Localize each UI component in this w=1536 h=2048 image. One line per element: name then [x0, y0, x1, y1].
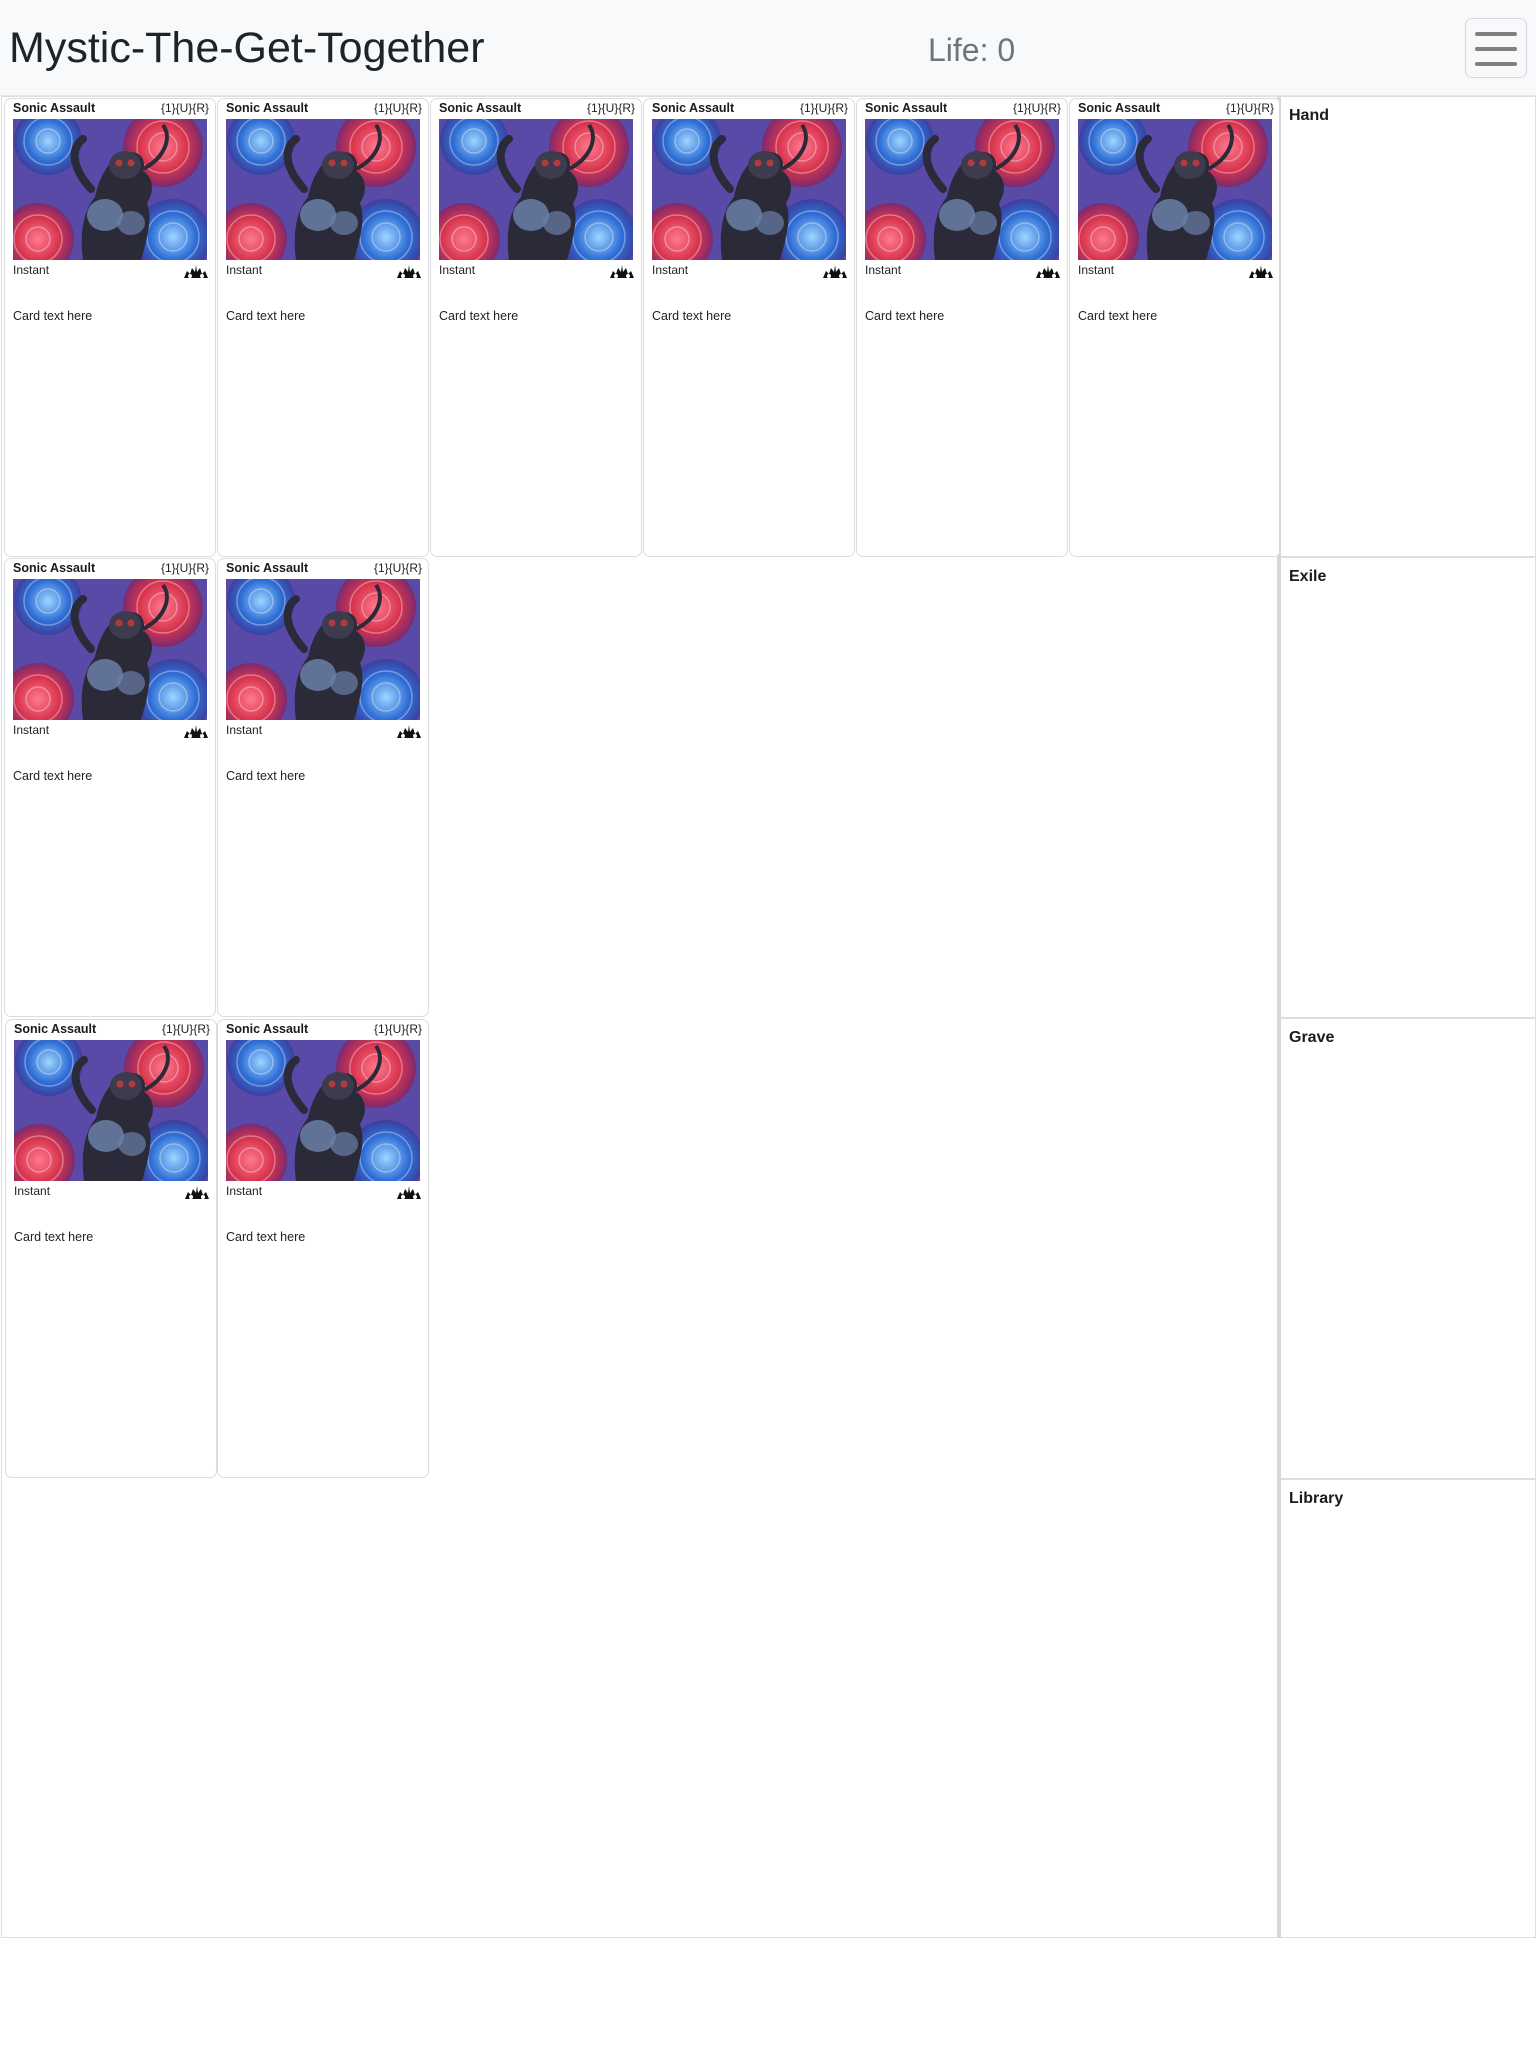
card-mana-cost: {1}{U}{R}: [1225, 101, 1274, 115]
card-art: [14, 1040, 208, 1181]
card-mana-cost: {1}{U}{R}: [160, 561, 209, 575]
set-symbol-icon: [397, 724, 421, 738]
card-art: [652, 119, 846, 260]
set-symbol-icon: [184, 724, 208, 738]
grave-zone[interactable]: Grave: [1279, 1018, 1536, 1479]
card-text: Card text here: [13, 309, 93, 323]
set-symbol-icon: [1249, 264, 1273, 278]
card-mana-cost: {1}{U}{R}: [161, 1022, 210, 1036]
card-type: Instant: [1078, 263, 1115, 277]
card[interactable]: Sonic Assault {1}{U}{R} Instant Card tex…: [4, 558, 216, 1017]
card-mana-cost: {1}{U}{R}: [160, 101, 209, 115]
hamburger-menu-icon: [1475, 32, 1517, 36]
card[interactable]: Sonic Assault {1}{U}{R} Instant Card tex…: [217, 98, 429, 557]
card[interactable]: Sonic Assault {1}{U}{R} Instant Card tex…: [430, 98, 642, 557]
menu-button[interactable]: [1465, 18, 1527, 78]
card-text: Card text here: [226, 769, 306, 783]
card[interactable]: Sonic Assault {1}{U}{R} Instant Card tex…: [5, 1019, 217, 1478]
card-name: Sonic Assault: [1078, 101, 1161, 115]
card-text: Card text here: [226, 1230, 306, 1244]
card-mana-cost: {1}{U}{R}: [373, 1022, 422, 1036]
card-text: Card text here: [14, 1230, 94, 1244]
card-mana-cost: {1}{U}{R}: [799, 101, 848, 115]
hamburger-menu-icon-bar: [1475, 62, 1517, 66]
battlefield-zone[interactable]: Sonic Assault {1}{U}{R} Instant Card tex…: [1, 96, 1281, 1938]
card-mana-cost: {1}{U}{R}: [586, 101, 635, 115]
card[interactable]: Sonic Assault {1}{U}{R} Instant Card tex…: [1069, 98, 1281, 557]
card-name: Sonic Assault: [14, 1022, 97, 1036]
card-art: [226, 1040, 420, 1181]
card-mana-cost: {1}{U}{R}: [1012, 101, 1061, 115]
card-text: Card text here: [1078, 309, 1158, 323]
card-type: Instant: [226, 723, 263, 737]
card-name: Sonic Assault: [439, 101, 522, 115]
card-art: [1078, 119, 1272, 260]
card-text: Card text here: [865, 309, 945, 323]
navbar: Mystic-The-Get-Together Life: 0: [0, 0, 1536, 96]
exile-zone[interactable]: Exile: [1279, 557, 1536, 1018]
card-art: [226, 579, 420, 720]
card-art: [226, 119, 420, 260]
card-name: Sonic Assault: [226, 1022, 309, 1036]
card[interactable]: Sonic Assault {1}{U}{R} Instant Card tex…: [4, 98, 216, 557]
card[interactable]: Sonic Assault {1}{U}{R} Instant Card tex…: [856, 98, 1068, 557]
library-zone[interactable]: Library: [1279, 1479, 1536, 1938]
life-counter: Life: 0: [928, 32, 1016, 68]
set-symbol-icon: [397, 1185, 421, 1199]
set-symbol-icon: [823, 264, 847, 278]
card-text: Card text here: [439, 309, 519, 323]
card-type: Instant: [865, 263, 902, 277]
card-type: Instant: [13, 263, 50, 277]
hamburger-menu-icon-bar: [1475, 47, 1517, 51]
card-text: Card text here: [13, 769, 93, 783]
card-mana-cost: {1}{U}{R}: [373, 101, 422, 115]
card-art: [13, 119, 207, 260]
set-symbol-icon: [397, 264, 421, 278]
set-symbol-icon: [1036, 264, 1060, 278]
card[interactable]: Sonic Assault {1}{U}{R} Instant Card tex…: [643, 98, 855, 557]
set-symbol-icon: [610, 264, 634, 278]
set-symbol-icon: [185, 1185, 209, 1199]
card-name: Sonic Assault: [865, 101, 948, 115]
hand-zone-title: Hand: [1289, 107, 1329, 124]
card-type: Instant: [13, 723, 50, 737]
library-zone-title: Library: [1289, 1490, 1344, 1507]
card-art: [439, 119, 633, 260]
card-name: Sonic Assault: [226, 101, 309, 115]
grave-zone-title: Grave: [1289, 1029, 1335, 1046]
set-symbol-icon: [184, 264, 208, 278]
card[interactable]: Sonic Assault {1}{U}{R} Instant Card tex…: [217, 1019, 429, 1478]
card-name: Sonic Assault: [652, 101, 735, 115]
card-mana-cost: {1}{U}{R}: [373, 561, 422, 575]
card-art: [865, 119, 1059, 260]
exile-zone-title: Exile: [1289, 568, 1327, 585]
card-text: Card text here: [226, 309, 306, 323]
app-title[interactable]: Mystic-The-Get-Together: [9, 22, 485, 74]
card-name: Sonic Assault: [13, 561, 96, 575]
card-type: Instant: [439, 263, 476, 277]
card-text: Card text here: [652, 309, 732, 323]
card-type: Instant: [226, 263, 263, 277]
card-name: Sonic Assault: [13, 101, 96, 115]
card-type: Instant: [652, 263, 689, 277]
card-type: Instant: [226, 1184, 263, 1198]
card-art: [13, 579, 207, 720]
card[interactable]: Sonic Assault {1}{U}{R} Instant Card tex…: [217, 558, 429, 1017]
hand-zone[interactable]: Hand: [1279, 96, 1536, 557]
card-name: Sonic Assault: [226, 561, 309, 575]
card-type: Instant: [14, 1184, 51, 1198]
